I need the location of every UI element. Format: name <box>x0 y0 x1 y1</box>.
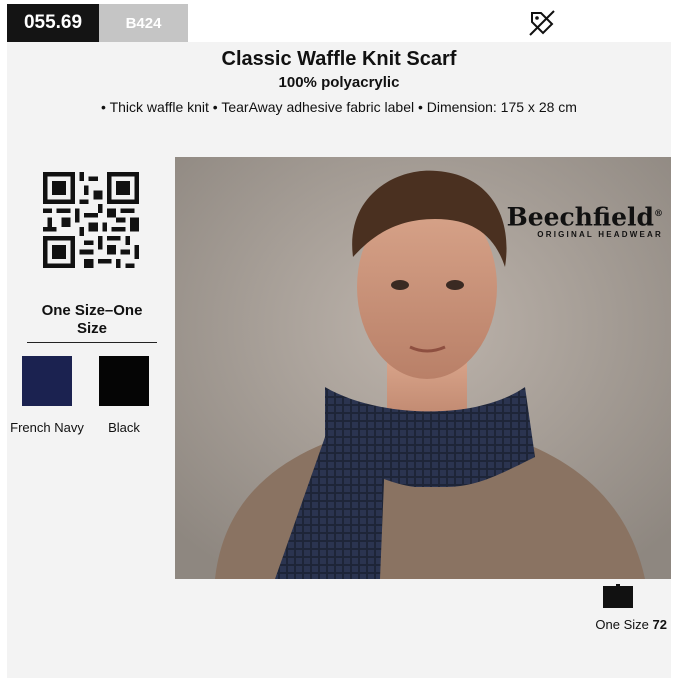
brand-name: Beechfield <box>506 202 654 232</box>
product-reference-badge: B424 <box>99 4 188 42</box>
registered-mark: ® <box>654 209 663 219</box>
product-material: 100% polyacrylic <box>278 74 400 91</box>
brand-tagline: ORIGINAL HEADWEAR <box>537 230 663 240</box>
swatch-black[interactable] <box>99 356 149 406</box>
packaging-quantity: One Size 72 <box>567 617 667 632</box>
brand-logo: Beechfield® ORIGINAL HEADWEAR <box>506 201 663 240</box>
size-divider <box>27 342 157 343</box>
swatch-french-navy[interactable] <box>22 356 72 406</box>
no-label-tag-icon <box>529 10 555 36</box>
content-panel: Classic Waffle Knit Scarf 100% polyacryl… <box>7 42 671 678</box>
carton-icon <box>603 584 633 608</box>
catalogue-page: 055.69 B424 Classic Waffle Knit Scarf 10… <box>0 0 678 679</box>
packaging-size-label: One Size <box>595 617 649 632</box>
qr-code[interactable] <box>43 172 139 268</box>
swatch-label-black: Black <box>108 420 140 435</box>
product-features: • Thick waffle knit • TearAway adhesive … <box>101 99 577 115</box>
product-code-badge: 055.69 <box>7 4 99 42</box>
product-photo: Beechfield® ORIGINAL HEADWEAR <box>175 157 671 579</box>
header-bar: 055.69 B424 <box>0 0 678 42</box>
packaging-quantity-value: 72 <box>652 617 667 632</box>
swatch-label-french-navy: French Navy <box>10 420 84 435</box>
product-title: Classic Waffle Knit Scarf <box>221 48 457 70</box>
size-range-title: One Size–One Size <box>41 302 143 337</box>
